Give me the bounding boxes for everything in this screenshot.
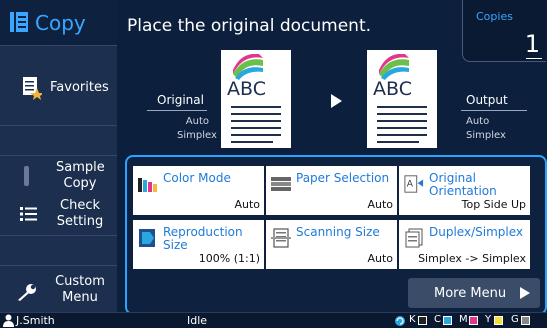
ink-g-level (521, 316, 530, 325)
reproduction-size-button[interactable]: Reproduction Size 100% (1:1) (133, 220, 264, 269)
favorites-button[interactable]: Favorites (0, 45, 117, 125)
color-mode-title: Color Mode (163, 171, 231, 185)
copies-underline (526, 58, 542, 59)
function-panel: Color Mode Auto Paper Selection Auto A O… (125, 155, 547, 315)
sidebar-spacer-2 (0, 235, 117, 265)
duplex-simplex-button[interactable]: Duplex/Simplex Simplex -> Simplex (399, 220, 530, 269)
output-mode: Simplex (466, 130, 506, 141)
ink-m-level (469, 316, 478, 325)
original-orientation-title-line2: Orientation (429, 184, 497, 198)
paper-selection-button[interactable]: Paper Selection Auto (266, 166, 397, 215)
favorites-icon (23, 77, 42, 100)
original-orientation-button[interactable]: A Original Orientation Top Side Up (399, 166, 530, 215)
sample-copy-icon (24, 166, 29, 186)
svg-text:A: A (407, 180, 414, 190)
scanning-size-title: Scanning Size (296, 225, 380, 239)
ink-m-label: M (459, 314, 468, 325)
original-doc-text: ABC (227, 78, 266, 100)
output-info: Auto Simplex (466, 115, 506, 143)
ink-g-label: G (511, 314, 519, 325)
more-menu-button[interactable]: More Menu (408, 278, 540, 308)
ink-k-level (418, 316, 427, 325)
paper-selection-value: Auto (367, 198, 393, 211)
original-mode: Simplex (177, 130, 217, 141)
output-document-image: ABC (367, 50, 437, 148)
original-orientation-title-line1: Original (429, 171, 476, 185)
color-graphic-icon (379, 54, 409, 80)
original-underline (147, 110, 207, 111)
output-size: Auto (466, 116, 490, 127)
machine-state: Idle (187, 314, 208, 327)
reproduction-size-value: 100% (1:1) (198, 252, 260, 265)
user-icon (3, 314, 14, 327)
original-orientation-value: Top Side Up (461, 198, 526, 211)
check-setting-label: Check Setting (56, 198, 104, 230)
paper-tray-icon (271, 177, 291, 191)
color-mode-button[interactable]: Color Mode Auto (133, 166, 264, 215)
output-label: Output (466, 93, 508, 107)
scanning-size-value: Auto (367, 252, 393, 265)
scanning-size-button[interactable]: Scanning Size Auto (266, 220, 397, 269)
list-icon (20, 207, 37, 221)
output-doc-text: ABC (373, 78, 412, 100)
sample-copy-button[interactable]: Sample Copy (0, 155, 117, 195)
custom-menu-label-line1: Custom (55, 274, 105, 289)
color-mode-value: Auto (234, 198, 260, 211)
duplex-icon (405, 228, 423, 248)
scanning-size-icon (271, 228, 291, 248)
copies-label: Copies (476, 10, 513, 23)
custom-menu-label-line2: Menu (62, 290, 98, 305)
header: Place the original document. Copies 1 Or… (117, 0, 547, 150)
color-graphic-icon (233, 54, 263, 80)
check-setting-label-line2: Setting (56, 214, 104, 229)
reproduction-size-title: Reproduction Size (163, 225, 243, 252)
check-setting-button[interactable]: Check Setting (0, 195, 117, 235)
sidebar: Copy Favorites Sample Copy Check Setting (0, 0, 117, 312)
more-menu-label: More Menu (434, 285, 507, 301)
orientation-icon: A (404, 175, 424, 193)
play-arrow-icon (520, 287, 530, 299)
status-bar: J.Smith Idle K C M Y G (0, 312, 547, 328)
sample-copy-label-line2: Copy (63, 176, 97, 191)
ink-refresh-icon (395, 316, 405, 326)
check-setting-label-line1: Check (60, 198, 100, 213)
duplex-simplex-title: Duplex/Simplex (429, 225, 523, 239)
wrench-icon (18, 284, 36, 301)
ink-c-level (443, 316, 452, 325)
duplex-simplex-value: Simplex -> Simplex (418, 252, 526, 265)
sample-copy-label-line1: Sample (56, 160, 105, 175)
copy-icon (10, 11, 30, 34)
paper-selection-title: Paper Selection (296, 171, 390, 185)
ink-k-label: K (409, 314, 416, 325)
color-mode-icon (138, 178, 157, 192)
output-underline (461, 110, 527, 111)
original-label: Original (157, 93, 204, 107)
copies-counter[interactable]: Copies 1 (462, 0, 546, 62)
ink-y-label: Y (485, 314, 492, 325)
original-size: Auto (185, 116, 209, 127)
original-info: Auto Simplex (177, 115, 217, 143)
original-document-image: ABC (221, 50, 291, 148)
user-name: J.Smith (16, 314, 55, 327)
arrow-right-icon (331, 94, 342, 108)
sidebar-spacer (0, 125, 117, 155)
copy-title-text: Copy (35, 10, 86, 35)
ink-c-label: C (434, 314, 441, 325)
favorites-label: Favorites (50, 80, 109, 95)
reproduction-size-icon (139, 229, 155, 247)
sample-copy-label: Sample Copy (56, 160, 105, 192)
copy-title: Copy (0, 0, 117, 45)
custom-menu-button[interactable]: Custom Menu (0, 265, 117, 312)
status-message: Place the original document. (127, 16, 372, 36)
custom-menu-label: Custom Menu (54, 274, 106, 306)
ink-y-level (494, 316, 503, 325)
original-orientation-title: Original Orientation (429, 172, 497, 198)
copies-value: 1 (524, 30, 540, 58)
